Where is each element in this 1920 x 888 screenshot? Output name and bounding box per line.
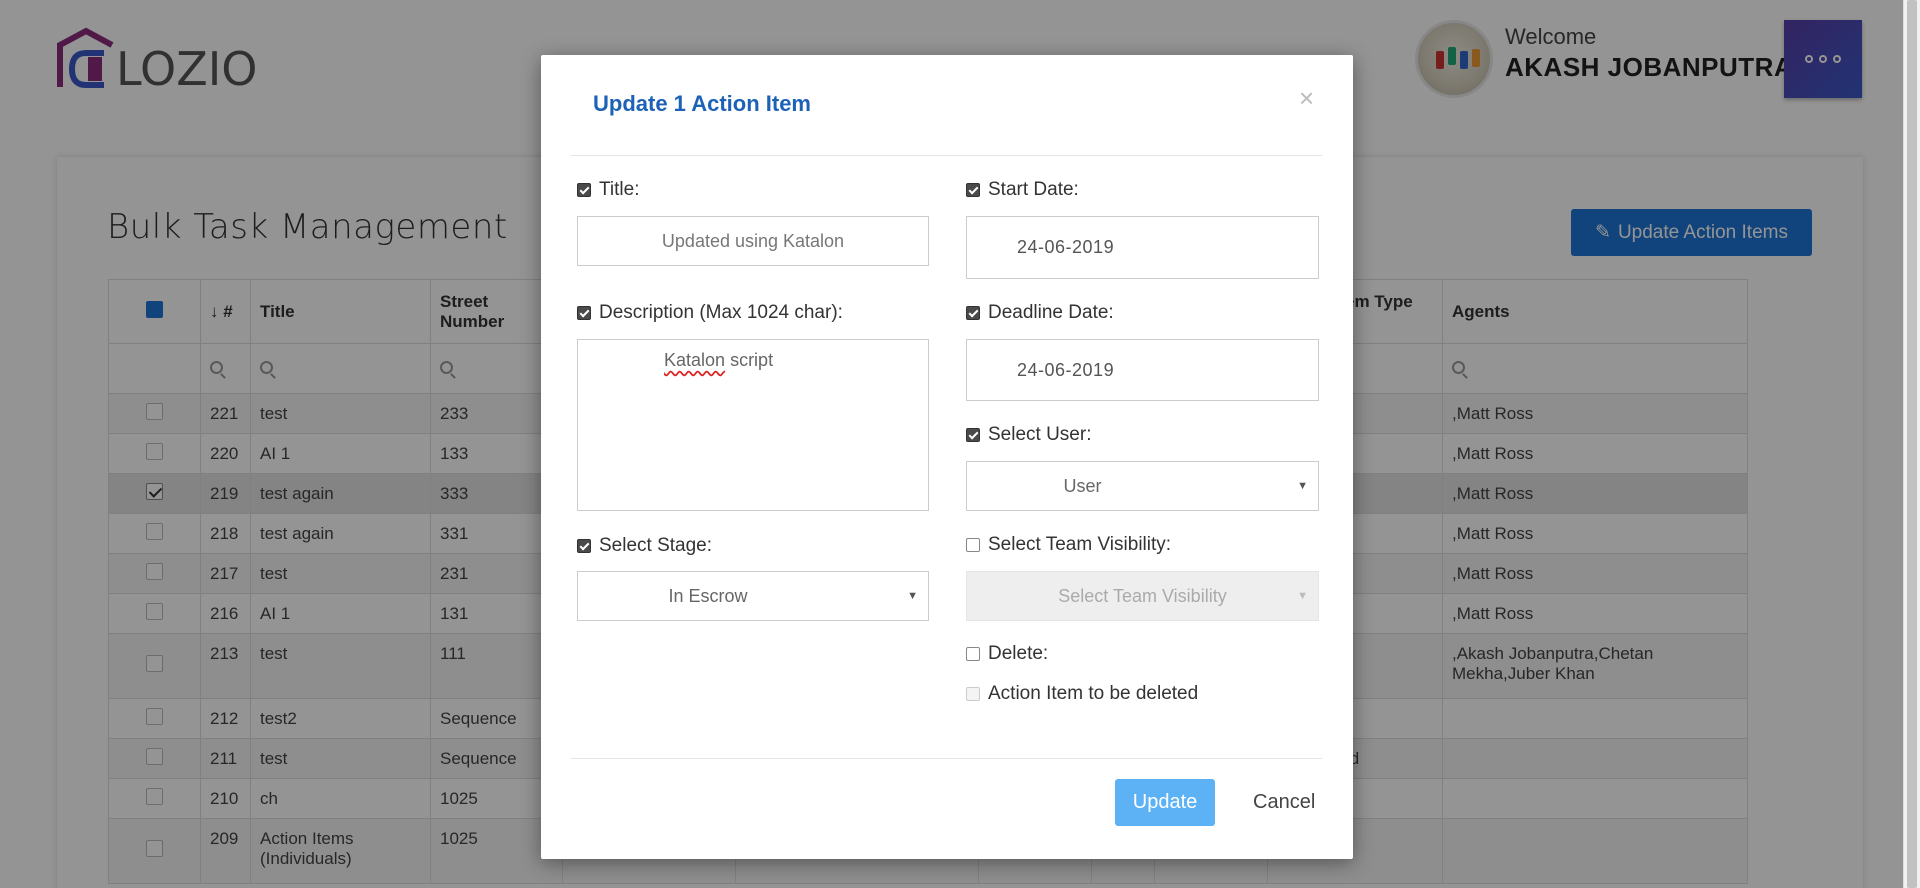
- team-visibility-checkbox[interactable]: [966, 538, 980, 552]
- deadline-date-input[interactable]: 24-06-2019: [966, 339, 1319, 401]
- stage-label-text: Select Stage:: [599, 535, 713, 556]
- user-select[interactable]: User ▼: [966, 461, 1319, 511]
- delete-confirm-label: Action Item to be deleted: [966, 683, 1198, 705]
- delete-confirm-checkbox[interactable]: [966, 687, 980, 701]
- description-textarea[interactable]: Katalon script: [577, 339, 929, 511]
- user-value: User: [1063, 475, 1102, 496]
- stage-select[interactable]: In Escrow ▼: [577, 571, 929, 621]
- stage-value: In Escrow: [668, 585, 748, 606]
- start-date-input[interactable]: 24-06-2019: [966, 216, 1319, 279]
- title-label-text: Title:: [599, 179, 640, 200]
- delete-confirm-label-text: Action Item to be deleted: [988, 683, 1199, 704]
- update-button[interactable]: Update: [1115, 779, 1215, 826]
- delete-checkbox[interactable]: [966, 647, 980, 661]
- page: LOZIO Welcome AKASH JOBANPUTRA Bulk Task…: [0, 0, 1920, 888]
- start-date-checkbox[interactable]: [966, 183, 980, 197]
- title-input[interactable]: Updated using Katalon: [577, 216, 929, 266]
- scrollbar-thumb[interactable]: [1907, 0, 1917, 888]
- title-field-label: Title:: [577, 179, 639, 201]
- title-checkbox[interactable]: [577, 183, 591, 197]
- start-date-field-label: Start Date:: [966, 179, 1079, 201]
- team-visibility-placeholder: Select Team Visibility: [1058, 585, 1227, 606]
- stage-field-label: Select Stage:: [577, 535, 712, 557]
- chevron-down-icon: ▼: [1297, 480, 1308, 492]
- chevron-down-icon: ▼: [907, 590, 918, 602]
- description-field-label: Description (Max 1024 char):: [577, 302, 843, 324]
- user-checkbox[interactable]: [966, 428, 980, 442]
- modal-title: Update 1 Action Item: [593, 91, 811, 116]
- user-label-text: Select User:: [988, 424, 1092, 445]
- page-scrollbar[interactable]: [1903, 0, 1920, 888]
- team-visibility-label-text: Select Team Visibility:: [988, 534, 1172, 555]
- cancel-button[interactable]: Cancel: [1241, 779, 1327, 826]
- delete-label-text: Delete:: [988, 643, 1049, 664]
- description-word: script: [725, 350, 774, 370]
- delete-field-label: Delete:: [966, 643, 1048, 665]
- description-label-text: Description (Max 1024 char):: [599, 302, 843, 323]
- divider: [571, 758, 1322, 759]
- deadline-date-checkbox[interactable]: [966, 306, 980, 320]
- user-field-label: Select User:: [966, 424, 1091, 446]
- chevron-down-icon: ▼: [1297, 590, 1308, 602]
- description-word: Katalon: [664, 350, 726, 370]
- deadline-date-field-label: Deadline Date:: [966, 302, 1114, 324]
- stage-checkbox[interactable]: [577, 539, 591, 553]
- close-icon[interactable]: ×: [1299, 83, 1314, 114]
- team-visibility-select[interactable]: Select Team Visibility ▼: [966, 571, 1319, 621]
- description-checkbox[interactable]: [577, 306, 591, 320]
- divider: [571, 155, 1322, 156]
- deadline-label-text: Deadline Date:: [988, 302, 1114, 323]
- team-visibility-field-label: Select Team Visibility:: [966, 534, 1171, 556]
- start-date-label-text: Start Date:: [988, 179, 1079, 200]
- update-action-item-modal: Update 1 Action Item × Title: Updated us…: [541, 55, 1353, 859]
